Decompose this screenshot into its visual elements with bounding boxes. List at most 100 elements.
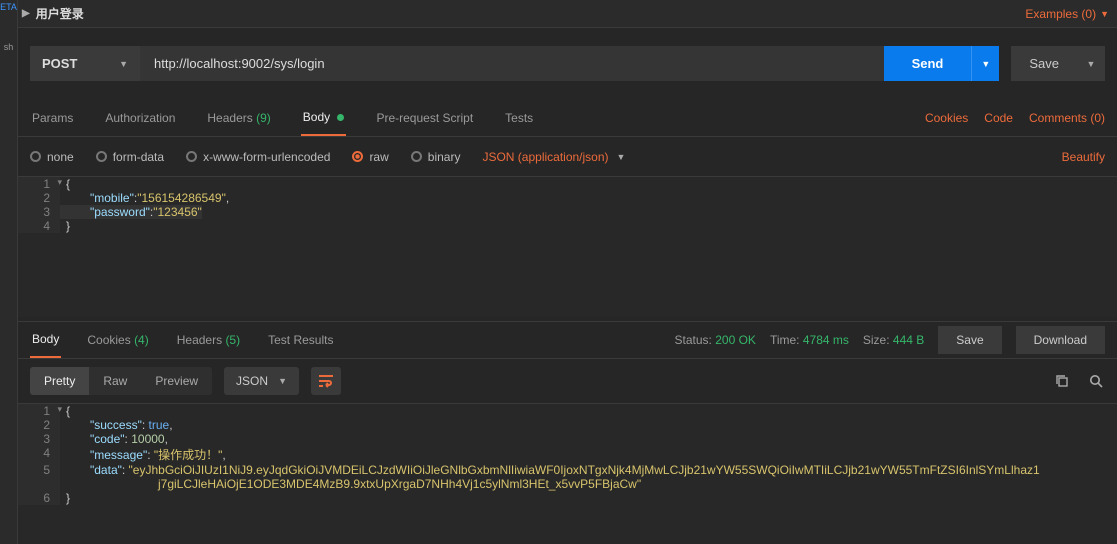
code-token: } [66, 219, 70, 233]
beta-label: ETA [0, 2, 17, 12]
resp-tab-tests[interactable]: Test Results [266, 323, 335, 357]
status-value: 200 OK [715, 333, 756, 347]
url-row: POST ▼ Send ▼ Save ▼ [18, 28, 1117, 99]
view-mode-group: Pretty Raw Preview [30, 367, 212, 395]
body-type-row: none form-data x-www-form-urlencoded raw… [18, 137, 1117, 177]
method-value: POST [42, 56, 77, 71]
code-token: "success" [90, 418, 142, 432]
tab-body[interactable]: Body [301, 100, 347, 136]
code-token: "message" [90, 448, 147, 462]
response-save-button[interactable]: Save [938, 326, 1001, 354]
response-download-button[interactable]: Download [1016, 326, 1105, 354]
code-token: "mobile" [90, 191, 134, 205]
chevron-down-icon: ▼ [617, 152, 626, 162]
chevron-down-icon: ▼ [1100, 9, 1109, 19]
code-token: } [66, 491, 70, 505]
code-token: true [149, 418, 170, 432]
code-token: "156154286549" [137, 191, 226, 205]
resp-tab-headers-count: (5) [225, 333, 240, 347]
view-preview[interactable]: Preview [141, 367, 212, 395]
request-body-editor[interactable]: 1{ 2"mobile":"156154286549", 3"password"… [18, 177, 1117, 317]
search-icon[interactable] [1087, 372, 1105, 390]
radio-xwww-label: x-www-form-urlencoded [203, 150, 330, 164]
cookies-link[interactable]: Cookies [925, 111, 968, 125]
request-right-links: Cookies Code Comments (0) [925, 111, 1105, 125]
code-token: "操作成功！" [154, 448, 223, 462]
comments-link[interactable]: Comments (0) [1029, 111, 1105, 125]
response-body-editor[interactable]: 1{ 2"success": true, 3"code": 10000, 4"m… [18, 404, 1117, 544]
radio-icon [411, 151, 422, 162]
radio-raw-label: raw [369, 150, 388, 164]
radio-checked-icon [352, 151, 363, 162]
response-view-row: Pretty Raw Preview JSON ▼ [18, 359, 1117, 404]
code-token: j7giLCJleHAiOjE1ODE3MDE4MzB9.9xtxUpXrgaD… [158, 477, 641, 491]
response-tabs: Body Cookies (4) Headers (5) Test Result… [18, 321, 1117, 359]
save-dropdown[interactable]: ▼ [1077, 46, 1105, 81]
radio-icon [30, 151, 41, 162]
code-token: "123456" [153, 205, 202, 219]
radio-formdata[interactable]: form-data [96, 150, 164, 164]
response-view-right [1053, 372, 1105, 390]
format-value: JSON [236, 374, 268, 388]
modified-dot-icon [337, 114, 344, 121]
code-token: "code" [90, 432, 125, 446]
radio-raw[interactable]: raw [352, 150, 388, 164]
radio-none-label: none [47, 150, 74, 164]
tab-headers-label: Headers [207, 111, 252, 125]
sh-label: sh [4, 42, 14, 52]
radio-icon [96, 151, 107, 162]
method-select[interactable]: POST ▼ [30, 46, 140, 81]
send-dropdown[interactable]: ▼ [971, 46, 999, 81]
chevron-down-icon: ▼ [119, 59, 128, 69]
resp-tab-headers[interactable]: Headers (5) [175, 323, 242, 357]
chevron-down-icon: ▼ [278, 376, 287, 386]
tab-title-text: 用户登录 [36, 5, 84, 22]
radio-binary[interactable]: binary [411, 150, 461, 164]
wrap-lines-button[interactable] [311, 367, 341, 395]
collapse-arrow-icon: ▶ [22, 8, 30, 19]
time-label: Time: [770, 333, 800, 347]
resp-tab-body[interactable]: Body [30, 322, 61, 358]
radio-none[interactable]: none [30, 150, 74, 164]
format-select[interactable]: JSON ▼ [224, 367, 299, 395]
left-sidebar: ETA sh [0, 0, 18, 544]
content-type-select[interactable]: JSON (application/json) ▼ [482, 150, 625, 164]
send-button[interactable]: Send [884, 46, 972, 81]
url-input[interactable] [140, 46, 884, 81]
tab-headers-count: (9) [256, 111, 271, 125]
request-tabs: Params Authorization Headers (9) Body Pr… [18, 99, 1117, 137]
tab-params[interactable]: Params [30, 101, 75, 135]
code-token: "data" [90, 463, 122, 477]
size-label: Size: [863, 333, 890, 347]
view-raw[interactable]: Raw [89, 367, 141, 395]
content-type-value: JSON (application/json) [482, 150, 608, 164]
request-tab-title[interactable]: ▶ 用户登录 [22, 5, 84, 22]
tab-body-label: Body [303, 110, 330, 124]
tab-tests[interactable]: Tests [503, 101, 535, 135]
resp-tab-cookies-count: (4) [134, 333, 149, 347]
radio-binary-label: binary [428, 150, 461, 164]
beautify-link[interactable]: Beautify [1062, 150, 1105, 164]
tab-headers[interactable]: Headers (9) [205, 101, 272, 135]
tab-prerequest[interactable]: Pre-request Script [374, 101, 475, 135]
resp-tab-cookies[interactable]: Cookies (4) [85, 323, 150, 357]
code-token: "eyJhbGciOiJIUzI1NiJ9.eyJqdGkiOiJVMDEiLC… [129, 463, 1040, 477]
code-link[interactable]: Code [984, 111, 1013, 125]
copy-icon[interactable] [1053, 372, 1071, 390]
code-token: { [66, 177, 70, 191]
main-panel: ▶ 用户登录 Examples (0) ▼ POST ▼ Send ▼ Save… [18, 0, 1117, 544]
examples-dropdown[interactable]: Examples (0) ▼ [1025, 7, 1109, 21]
radio-formdata-label: form-data [113, 150, 164, 164]
view-pretty[interactable]: Pretty [30, 367, 89, 395]
radio-icon [186, 151, 197, 162]
wrap-icon [318, 374, 334, 388]
radio-xwww[interactable]: x-www-form-urlencoded [186, 150, 330, 164]
save-button[interactable]: Save [1011, 46, 1077, 81]
time-value: 4784 ms [803, 333, 849, 347]
tab-authorization[interactable]: Authorization [103, 101, 177, 135]
code-token: 10000 [131, 432, 164, 446]
response-status: Status: 200 OK Time: 4784 ms Size: 444 B… [675, 326, 1105, 354]
resp-tab-cookies-label: Cookies [87, 333, 130, 347]
examples-label: Examples (0) [1025, 7, 1096, 21]
code-token: "password" [90, 205, 150, 219]
